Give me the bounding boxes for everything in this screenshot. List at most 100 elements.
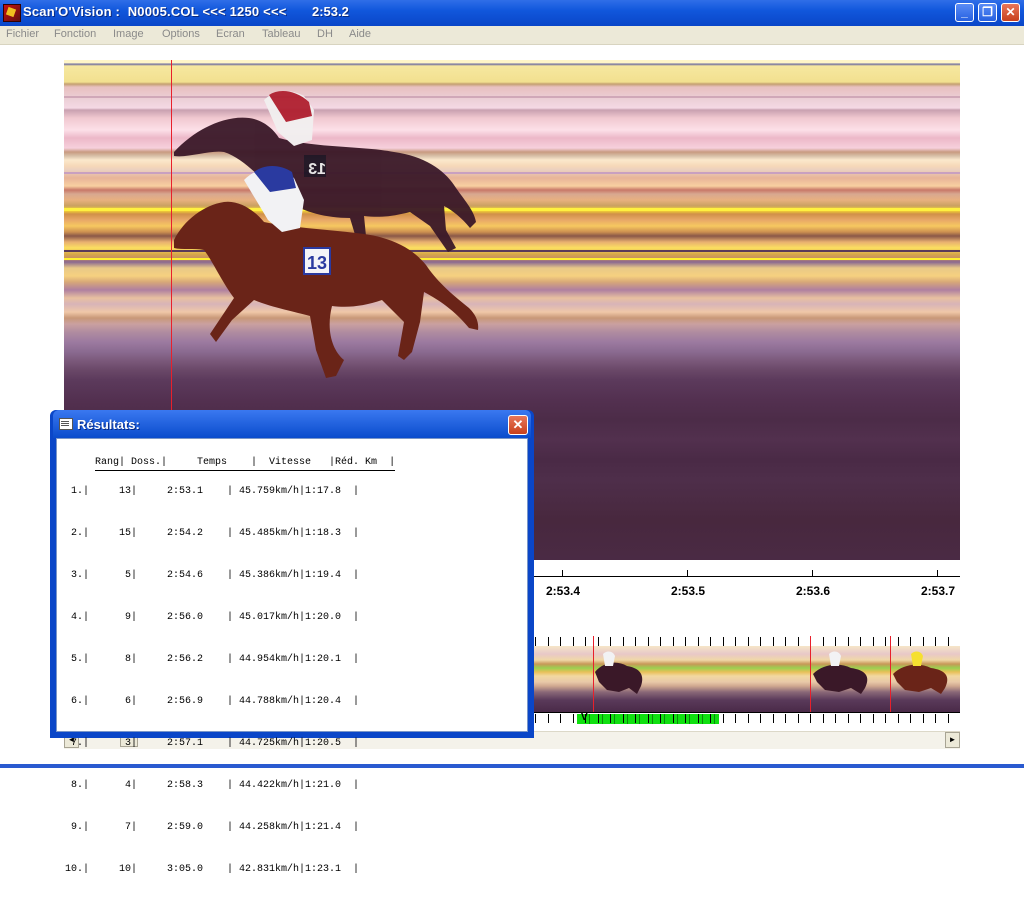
ruler-tick [773, 637, 774, 646]
filmstrip-marker-line[interactable] [890, 636, 891, 712]
minimize-button[interactable]: _ [955, 3, 974, 22]
ruler-tick [623, 637, 624, 646]
result-row[interactable]: 8.| 4| 2:58.3 | 44.422km/h|1:21.0 | [59, 779, 395, 793]
selection-tick [664, 714, 665, 724]
selection-tick [677, 714, 678, 724]
result-row[interactable]: 9.| 7| 2:59.0 | 44.258km/h|1:21.4 | [59, 821, 395, 835]
ruler-tick [560, 637, 561, 646]
result-row[interactable]: 2.| 15| 2:54.2 | 45.485km/h|1:18.3 | [59, 527, 395, 541]
ruler-tick [848, 714, 849, 723]
menu-dh[interactable]: DH [317, 28, 333, 40]
ruler-tick [885, 637, 886, 646]
printer-icon [59, 418, 73, 430]
results-dialog-titlebar[interactable]: Résultats: ✕ [53, 410, 531, 438]
ruler-tick [860, 714, 861, 723]
selection-tick [702, 714, 703, 724]
ruler-tick [910, 714, 911, 723]
results-list[interactable]: Rang| Doss.| Temps | Vitesse |Réd. Km | … [56, 438, 528, 875]
ruler-tick [723, 714, 724, 723]
filmstrip-overview[interactable]: V [533, 636, 960, 725]
ruler-tick [935, 637, 936, 646]
ruler-tick [798, 714, 799, 723]
saddle-number-front: 13 [307, 253, 327, 273]
result-row[interactable]: 10.| 10| 3:05.0 | 42.831km/h|1:23.1 | [59, 863, 395, 877]
menu-ecran[interactable]: Ecran [216, 28, 245, 40]
menu-fonction[interactable]: Fonction [54, 28, 96, 40]
selection-tick [714, 714, 715, 724]
results-dialog-title: Résultats: [77, 417, 140, 432]
scroll-right-arrow[interactable]: ► [945, 732, 960, 748]
ruler-tick [823, 714, 824, 723]
ruler-tick [873, 637, 874, 646]
filmstrip-bottom-ruler: V [533, 712, 960, 725]
selection-tick [652, 714, 653, 724]
ruler-tick [748, 637, 749, 646]
axis-label: 2:53.4 [545, 584, 581, 598]
ruler-tick [723, 637, 724, 646]
results-table: Rang| Doss.| Temps | Vitesse |Réd. Km | … [59, 442, 396, 905]
ruler-tick [648, 637, 649, 646]
ruler-tick [673, 637, 674, 646]
window-title: Scan'O'Vision : N0005.COL <<< 1250 <<< [23, 4, 287, 19]
result-row[interactable]: 3.| 5| 2:54.6 | 45.386km/h|1:19.4 | [59, 569, 395, 583]
ruler-tick [835, 637, 836, 646]
maximize-button[interactable]: ❐ [978, 3, 997, 22]
ruler-tick [773, 714, 774, 723]
ruler-tick [823, 637, 824, 646]
ruler-tick [585, 637, 586, 646]
ruler-tick [735, 637, 736, 646]
ruler-tick [660, 714, 661, 723]
filmstrip-marker-line[interactable] [593, 636, 594, 712]
ruler-tick [785, 637, 786, 646]
ruler-tick [898, 637, 899, 646]
results-close-button[interactable]: ✕ [508, 415, 528, 435]
ruler-tick [585, 714, 586, 723]
result-row[interactable]: 5.| 8| 2:56.2 | 44.954km/h|1:20.1 | [59, 653, 395, 667]
ruler-tick [635, 637, 636, 646]
menu-image[interactable]: Image [113, 28, 144, 40]
ruler-tick [885, 714, 886, 723]
saddle-number-back: 13 [308, 161, 326, 178]
results-dialog[interactable]: Résultats: ✕ Rang| Doss.| Temps | Vitess… [50, 410, 534, 875]
ruler-tick [798, 637, 799, 646]
selection-tick [602, 714, 603, 724]
ruler-tick [535, 714, 536, 723]
result-row[interactable]: 7.| 3| 2:57.1 | 44.725km/h|1:20.5 | [59, 737, 395, 751]
ruler-tick [548, 714, 549, 723]
ruler-tick [635, 714, 636, 723]
ruler-tick [910, 637, 911, 646]
result-row[interactable]: 4.| 9| 2:56.0 | 45.017km/h|1:20.0 | [59, 611, 395, 625]
axis-label: 2:53.6 [795, 584, 831, 598]
axis-tick [687, 570, 688, 576]
ruler-tick [698, 714, 699, 723]
menu-aide[interactable]: Aide [349, 28, 371, 40]
ruler-tick [710, 637, 711, 646]
ruler-tick [810, 714, 811, 723]
ruler-tick [935, 714, 936, 723]
close-button[interactable]: ✕ [1001, 3, 1020, 22]
menu-tableau[interactable]: Tableau [262, 28, 301, 40]
app-icon[interactable] [3, 4, 21, 22]
result-row[interactable]: 1.| 13| 2:53.1 | 45.759km/h|1:17.8 | [59, 485, 395, 499]
menu-options[interactable]: Options [162, 28, 200, 40]
result-row[interactable]: 6.| 6| 2:56.9 | 44.788km/h|1:20.4 | [59, 695, 395, 709]
ruler-tick [610, 637, 611, 646]
time-axis: 2:53.4 2:53.5 2:53.6 2:53.7 [533, 568, 960, 602]
filmstrip-image[interactable] [533, 646, 960, 712]
axis-label: 2:53.5 [670, 584, 706, 598]
ruler-tick [710, 714, 711, 723]
ruler-tick [748, 714, 749, 723]
ruler-tick [673, 714, 674, 723]
ruler-tick [760, 714, 761, 723]
axis-label: 2:53.7 [920, 584, 956, 598]
axis-tick [562, 570, 563, 576]
ruler-tick [735, 714, 736, 723]
title-bar[interactable]: Scan'O'Vision : N0005.COL <<< 1250 <<< 2… [0, 0, 1024, 26]
menu-fichier[interactable]: Fichier [6, 28, 39, 40]
ruler-tick [848, 637, 849, 646]
current-time: 2:53.2 [312, 4, 349, 19]
ruler-tick [685, 637, 686, 646]
filmstrip-marker-line[interactable] [810, 636, 811, 712]
ruler-tick [948, 637, 949, 646]
ruler-tick [860, 637, 861, 646]
